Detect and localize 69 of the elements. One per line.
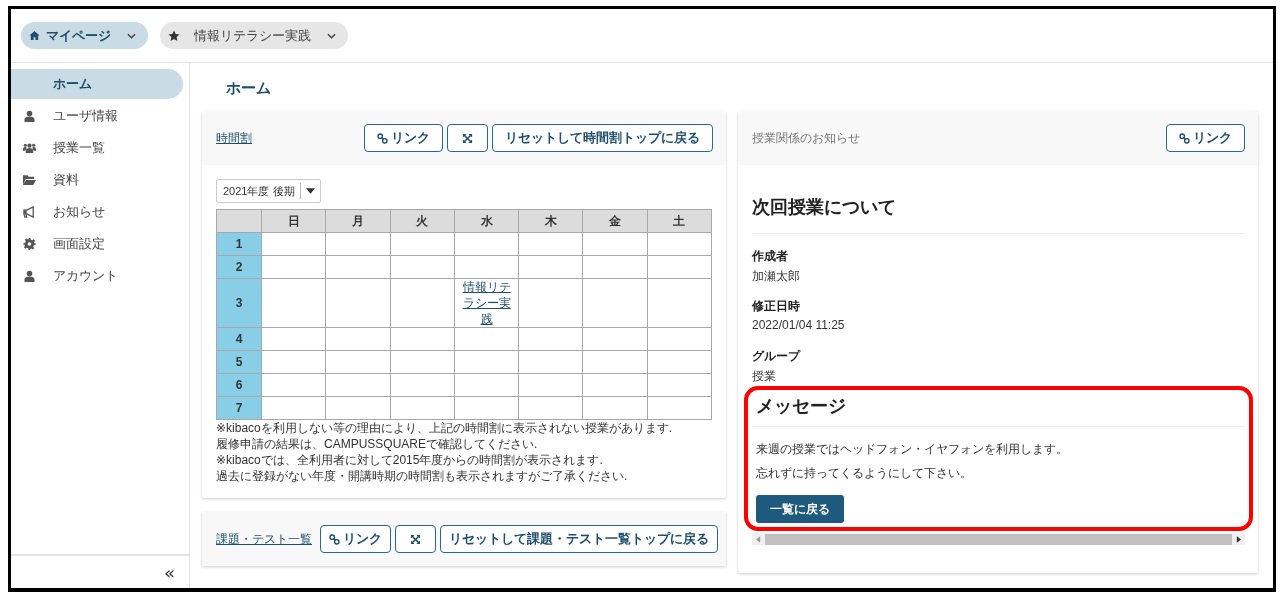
user-icon	[23, 270, 36, 282]
reset-button[interactable]: リセットして時間割トップに戻る	[492, 124, 713, 152]
period-cell: 1	[216, 232, 262, 256]
link-button[interactable]: リンク	[364, 124, 443, 152]
scroll-right-icon[interactable]	[1236, 535, 1241, 543]
expand-button[interactable]	[395, 525, 436, 553]
reset-button[interactable]: リセットして課題・テスト一覧トップに戻る	[440, 525, 718, 553]
message-heading: メッセージ	[756, 395, 847, 418]
card-title-link[interactable]: 課題・テスト一覧	[216, 530, 312, 548]
collapse-sidebar-button[interactable]: «	[162, 561, 177, 583]
day-header: 木	[518, 209, 583, 233]
day-header: 土	[647, 209, 712, 233]
message-text: 忘れずに持ってくるようにして下さい。	[756, 465, 973, 481]
period-cell: 6	[216, 373, 262, 397]
notice-heading: 次回授業について	[752, 196, 897, 219]
caret-icon	[305, 188, 315, 194]
note-text: ※kibacoを利用しない等の理由により、上記の時間割に表示されない授業があります.	[216, 420, 674, 436]
gear-icon	[23, 238, 36, 250]
note-text: 過去に登録がない年度・開講時期の時間割も表示されますがご了承ください.	[216, 468, 629, 484]
day-header: 水	[454, 209, 519, 233]
note-text: 履修申請の結果は、CAMPUSSQUAREで確認してください.	[216, 436, 539, 452]
period-cell: 7	[216, 396, 262, 420]
sidebar-item[interactable]: 画面設定	[11, 229, 183, 259]
link-button[interactable]: リンク	[1166, 124, 1245, 152]
day-header: 金	[582, 209, 648, 233]
page-title: ホーム	[226, 78, 272, 98]
sidebar-item[interactable]: ホーム	[11, 69, 183, 99]
message-text: 来週の授業ではヘッドフォン・イヤフォンを利用します。	[756, 441, 1069, 457]
card-title: 授業関係のお知らせ	[752, 129, 860, 147]
expand-icon	[410, 533, 421, 545]
horizontal-scrollbar[interactable]	[752, 533, 1245, 545]
sidebar-item[interactable]: お知らせ	[11, 197, 183, 227]
note-text: ※kibacoでは、全利用者に対して2015年度からの時間割が表示されます.	[216, 452, 604, 468]
period-cell: 2	[216, 255, 262, 279]
day-header: 月	[325, 209, 391, 233]
back-to-list-button[interactable]: 一覧に戻る	[756, 495, 844, 523]
field-value: 加瀬太郎	[752, 268, 801, 285]
home-icon	[29, 30, 40, 41]
breadcrumb-pill[interactable]: マイページ	[21, 22, 148, 49]
link-icon	[377, 132, 388, 144]
star-icon	[168, 29, 180, 42]
field-label: 修正日時	[752, 298, 801, 315]
sidebar-item[interactable]: アカウント	[11, 261, 183, 291]
sidebar-item[interactable]: 資料	[11, 165, 183, 195]
expand-icon	[462, 132, 473, 144]
day-header: 火	[390, 209, 455, 233]
link-button[interactable]: リンク	[320, 525, 391, 553]
chevron-down-icon	[327, 32, 336, 39]
expand-button[interactable]	[447, 124, 488, 152]
period-cell: 3	[216, 278, 262, 328]
breadcrumb-pill[interactable]: 情報リテラシー実践	[160, 22, 348, 49]
user-icon	[23, 110, 36, 122]
period-cell: 5	[216, 350, 262, 374]
field-value: 授業	[752, 368, 777, 385]
users-icon	[23, 142, 36, 154]
sidebar-item[interactable]: ユーザ情報	[11, 101, 183, 131]
field-label: グループ	[752, 348, 802, 365]
chevron-down-icon	[127, 32, 136, 39]
period-cell: 4	[216, 327, 262, 351]
day-header: 日	[261, 209, 326, 233]
folder-icon	[23, 174, 36, 186]
field-label: 作成者	[752, 248, 789, 265]
megaphone-icon	[23, 206, 36, 218]
link-icon	[1179, 132, 1190, 144]
link-icon	[329, 533, 340, 545]
sidebar-item[interactable]: 授業一覧	[11, 133, 183, 163]
field-value: 2022/01/04 11:25	[752, 318, 846, 334]
term-select[interactable]: 2021年度 後期	[216, 179, 321, 203]
card-title-link[interactable]: 時間割	[216, 129, 252, 147]
